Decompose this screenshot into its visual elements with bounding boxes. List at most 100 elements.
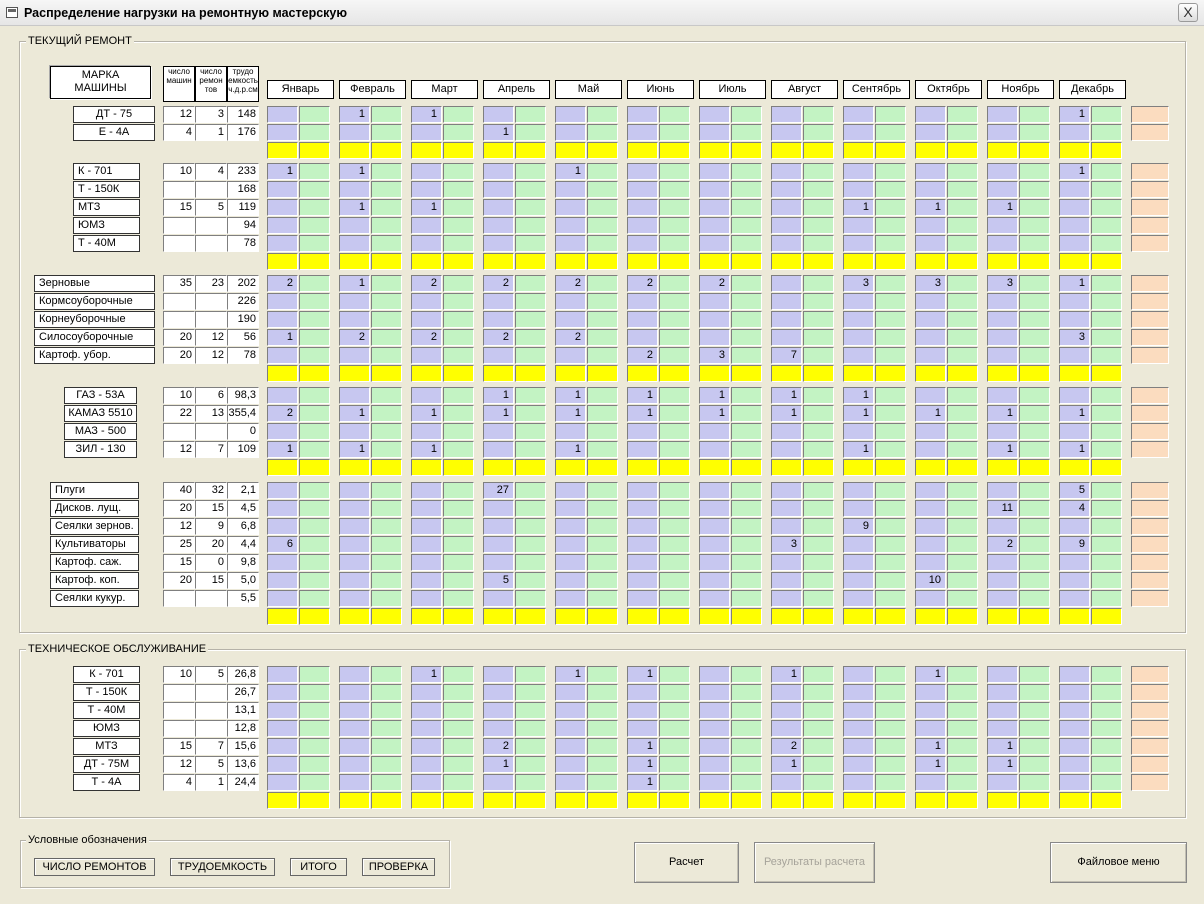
labor-cell[interactable] (299, 536, 330, 553)
labor-cell[interactable] (947, 441, 978, 458)
machine-count-input[interactable] (163, 720, 195, 737)
labor-cell[interactable] (1019, 684, 1050, 701)
repairs-cell[interactable] (699, 738, 730, 755)
labor-cell[interactable] (803, 702, 834, 719)
labor-cell[interactable] (299, 518, 330, 535)
repairs-cell[interactable] (987, 720, 1018, 737)
repairs-cell[interactable] (627, 720, 658, 737)
repairs-cell[interactable]: 1 (627, 756, 658, 773)
labor-cell[interactable] (443, 423, 474, 440)
repairs-cell[interactable]: 1 (483, 756, 514, 773)
labor-cell[interactable] (443, 738, 474, 755)
repairs-cell[interactable] (627, 311, 658, 328)
labor-cell[interactable] (731, 666, 762, 683)
check-cell[interactable] (1131, 590, 1169, 607)
repairs-cell[interactable] (771, 500, 802, 517)
labor-cell[interactable] (443, 387, 474, 404)
repairs-cell[interactable] (627, 441, 658, 458)
repairs-cell[interactable] (627, 482, 658, 499)
check-cell[interactable] (1131, 124, 1169, 141)
labor-input[interactable]: 56 (227, 329, 259, 346)
repairs-cell[interactable]: 2 (267, 275, 298, 292)
repairs-cell[interactable]: 1 (1059, 275, 1090, 292)
repairs-cell[interactable]: 1 (627, 666, 658, 683)
labor-input[interactable]: 98,3 (227, 387, 259, 404)
repairs-cell[interactable]: 1 (339, 275, 370, 292)
total-cell[interactable] (1091, 142, 1122, 159)
repairs-cell[interactable] (987, 423, 1018, 440)
labor-cell[interactable] (659, 554, 690, 571)
labor-cell[interactable] (299, 702, 330, 719)
labor-cell[interactable] (443, 720, 474, 737)
repairs-cell[interactable] (771, 590, 802, 607)
labor-cell[interactable] (515, 518, 546, 535)
repair-count-input[interactable]: 5 (195, 199, 227, 216)
repairs-cell[interactable] (1059, 572, 1090, 589)
repairs-cell[interactable] (699, 774, 730, 791)
repairs-cell[interactable] (339, 217, 370, 234)
labor-cell[interactable] (299, 311, 330, 328)
total-cell[interactable] (875, 792, 906, 809)
total-cell[interactable] (731, 459, 762, 476)
repairs-cell[interactable] (267, 774, 298, 791)
labor-input[interactable]: 119 (227, 199, 259, 216)
repairs-cell[interactable] (771, 720, 802, 737)
total-cell[interactable] (843, 142, 874, 159)
labor-cell[interactable] (1091, 441, 1122, 458)
labor-cell[interactable] (443, 199, 474, 216)
total-cell[interactable] (803, 365, 834, 382)
repairs-cell[interactable] (1059, 684, 1090, 701)
labor-cell[interactable] (731, 405, 762, 422)
labor-cell[interactable] (659, 518, 690, 535)
total-cell[interactable] (443, 365, 474, 382)
check-cell[interactable] (1131, 441, 1169, 458)
repair-count-input[interactable]: 4 (195, 163, 227, 180)
labor-cell[interactable] (515, 275, 546, 292)
labor-cell[interactable] (515, 500, 546, 517)
machine-count-input[interactable] (163, 181, 195, 198)
repairs-cell[interactable] (699, 756, 730, 773)
repair-count-input[interactable]: 32 (195, 482, 227, 499)
total-cell[interactable] (515, 253, 546, 270)
repairs-cell[interactable] (843, 423, 874, 440)
repairs-cell[interactable]: 1 (987, 738, 1018, 755)
labor-input[interactable]: 5,0 (227, 572, 259, 589)
labor-cell[interactable] (587, 720, 618, 737)
repairs-cell[interactable]: 1 (987, 756, 1018, 773)
repairs-cell[interactable] (843, 482, 874, 499)
check-cell[interactable] (1131, 572, 1169, 589)
labor-cell[interactable] (587, 702, 618, 719)
repairs-cell[interactable]: 3 (699, 347, 730, 364)
total-cell[interactable] (699, 608, 730, 625)
labor-cell[interactable] (299, 684, 330, 701)
labor-cell[interactable] (875, 738, 906, 755)
total-cell[interactable] (411, 142, 442, 159)
repairs-cell[interactable] (627, 423, 658, 440)
labor-cell[interactable] (803, 482, 834, 499)
labor-cell[interactable] (947, 554, 978, 571)
labor-cell[interactable] (299, 199, 330, 216)
repairs-cell[interactable]: 3 (915, 275, 946, 292)
repair-count-input[interactable]: 1 (195, 124, 227, 141)
labor-cell[interactable] (371, 405, 402, 422)
repairs-cell[interactable] (843, 217, 874, 234)
total-cell[interactable] (587, 608, 618, 625)
labor-cell[interactable] (659, 199, 690, 216)
labor-cell[interactable] (659, 482, 690, 499)
repairs-cell[interactable] (699, 199, 730, 216)
total-cell[interactable] (627, 792, 658, 809)
total-cell[interactable] (339, 459, 370, 476)
repairs-cell[interactable]: 2 (699, 275, 730, 292)
repairs-cell[interactable] (555, 106, 586, 123)
repairs-cell[interactable] (339, 774, 370, 791)
labor-cell[interactable] (371, 124, 402, 141)
labor-input[interactable]: 148 (227, 106, 259, 123)
repairs-cell[interactable] (555, 181, 586, 198)
repairs-cell[interactable] (699, 666, 730, 683)
total-cell[interactable] (339, 253, 370, 270)
repairs-cell[interactable] (987, 124, 1018, 141)
total-cell[interactable] (987, 608, 1018, 625)
repairs-cell[interactable] (555, 756, 586, 773)
repairs-cell[interactable] (843, 702, 874, 719)
repairs-cell[interactable] (555, 482, 586, 499)
